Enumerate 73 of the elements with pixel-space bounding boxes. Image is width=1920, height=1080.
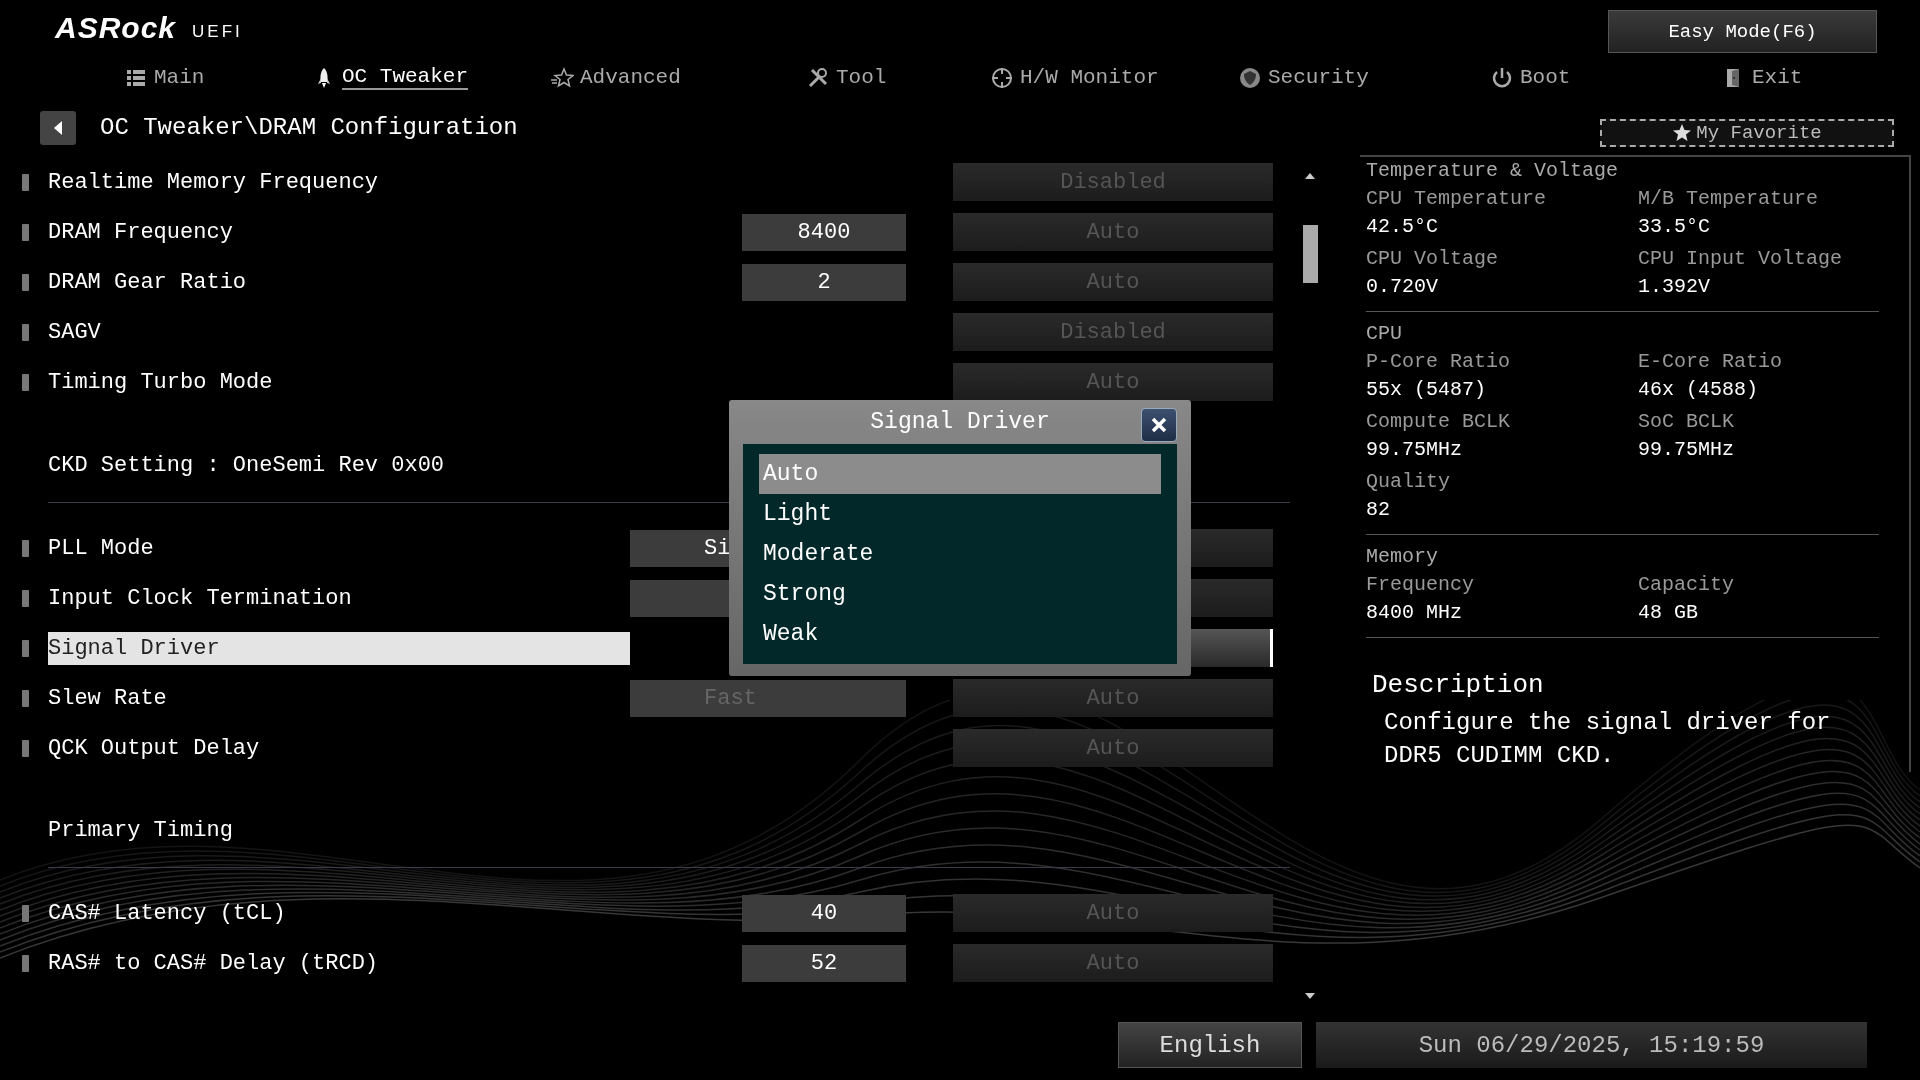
logo: ASRock [55,10,177,45]
section-heading: Primary Timing [48,817,233,845]
monitor-value: 33.5°C [1638,214,1711,240]
option-item[interactable]: Light [759,494,1161,534]
monitor-value: 1.392V [1638,274,1711,300]
monitor-value: 8400 MHz [1366,600,1463,626]
logo-suffix: UEFI [192,21,243,43]
menu-tab[interactable]: Advanced [550,58,806,97]
description-heading: Description [1372,669,1545,702]
tools-icon [806,65,830,90]
monitor-label: CPU Voltage [1366,246,1500,272]
monitor-heading: CPU [1366,321,1403,347]
back-button[interactable] [40,110,76,145]
monitor-label: Frequency [1366,572,1476,598]
power-icon [1490,65,1514,90]
monitor-value: 42.5°C [1366,214,1439,240]
monitor-label: E-Core Ratio [1638,349,1784,375]
option-item[interactable]: Moderate [759,534,1161,574]
scrollbar-thumb[interactable] [1303,225,1318,283]
language-button[interactable]: English [1118,1022,1302,1068]
star-icon [1672,123,1693,142]
menu-tab[interactable]: Tool [806,58,990,97]
bullet-icon [22,954,29,972]
monitor-label: SoC BCLK [1638,409,1735,435]
shield-icon [1238,65,1262,90]
monitor-value: 48 GB [1638,600,1699,626]
star-icon [550,65,574,90]
bullet-icon [22,539,29,557]
bullet-icon [22,589,29,607]
menu-tab[interactable]: Exit [1722,58,1803,97]
bullet-icon [22,904,29,922]
menu-tab[interactable]: H/W Monitor [990,58,1238,97]
close-button[interactable] [1141,408,1177,442]
monitor-label: CPU Temperature [1366,186,1548,212]
bullet-icon [22,223,29,241]
option-item[interactable]: Weak [759,614,1161,654]
scroll-up-icon [1304,171,1316,181]
monitor-value: 55x (5487) [1366,377,1488,403]
monitor-label: CPU Input Voltage [1638,246,1844,272]
monitor-label: Compute BCLK [1366,409,1512,435]
bullet-icon [22,689,29,707]
dialog-title: Signal Driver [870,409,1050,435]
menu-tab[interactable]: Main [124,58,312,97]
close-icon [1150,416,1168,434]
bullet-icon [22,639,29,657]
monitor-label: M/B Temperature [1638,186,1820,212]
favorite-button[interactable]: My Favorite [1600,118,1894,147]
bullet-icon [22,273,29,291]
section-heading: CKD Setting : OneSemi Rev 0x00 [48,452,445,480]
bullet-icon [22,739,29,757]
monitor-heading: Temperature & Voltage [1366,158,1620,184]
menu-tab[interactable]: OC Tweaker [312,58,550,97]
monitor-heading: Memory [1366,544,1439,570]
monitor-label: Quality [1366,469,1451,495]
monitor-value: 99.75MHz [1638,437,1735,463]
description-text: Configure the signal driver for DDR5 CUDIMM CKD. [1383,708,1832,771]
monitor-value: 0.720V [1366,274,1439,300]
breadcrumb: OC Tweaker\DRAM Configuration [100,114,518,141]
menu-tab[interactable]: Boot [1490,58,1722,97]
option-item[interactable]: Strong [759,574,1161,614]
monitor-value: 46x (4588) [1638,377,1760,403]
monitor-value: 82 [1366,497,1391,523]
easy-mode-button[interactable]: Easy Mode(F6) [1608,10,1877,53]
scroll-down-icon [1304,991,1316,1001]
crosshair-icon [990,65,1014,90]
menu-tab[interactable]: Security [1238,58,1490,97]
monitor-label: Capacity [1638,572,1735,598]
monitor-label: P-Core Ratio [1366,349,1512,375]
date-time: Sun 06/29/2025, 15:19:59 [1316,1022,1867,1068]
monitor-value: 99.75MHz [1366,437,1463,463]
bullet-icon [22,323,29,341]
bullet-icon [22,173,29,191]
bullet-icon [22,373,29,391]
